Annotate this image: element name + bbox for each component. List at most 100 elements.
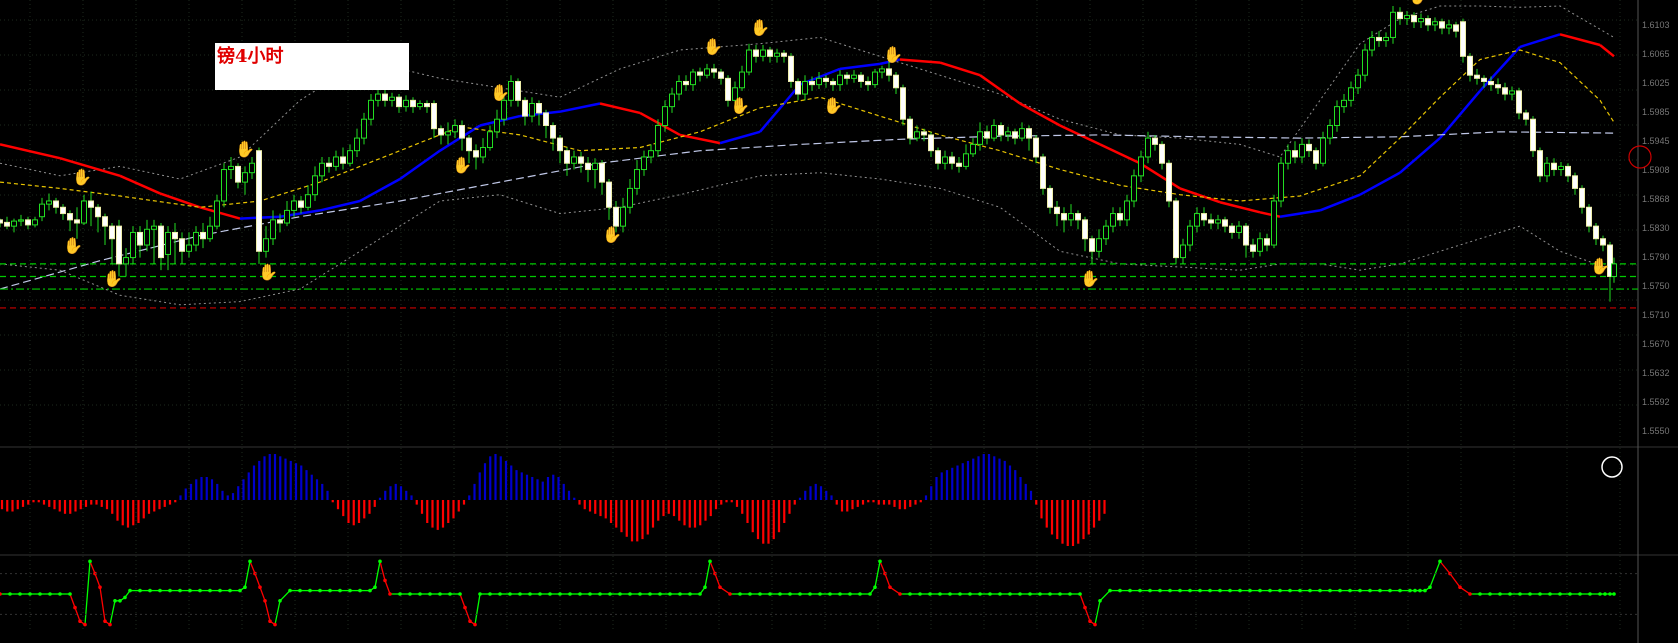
osc-point xyxy=(668,592,672,596)
osc-point xyxy=(438,592,442,596)
candle-body xyxy=(1005,131,1011,136)
candle-body xyxy=(354,137,360,152)
price-tick-label: 1.5592 xyxy=(1642,397,1670,407)
osc-point xyxy=(728,592,732,596)
osc-point xyxy=(873,585,877,589)
candle-body xyxy=(1292,150,1298,158)
osc-point xyxy=(778,592,782,596)
candle-body xyxy=(928,134,934,152)
price-tick-label: 1.5670 xyxy=(1642,339,1670,349)
candle-body xyxy=(697,71,703,76)
candle-body xyxy=(515,80,521,101)
osc-point xyxy=(898,592,902,596)
candle-body xyxy=(1376,36,1382,42)
osc-point xyxy=(148,588,152,593)
osc-point xyxy=(123,595,127,600)
osc-point xyxy=(918,592,922,596)
candle-body xyxy=(991,125,997,139)
osc-point xyxy=(848,592,852,596)
osc-point xyxy=(428,592,432,596)
candle-body xyxy=(977,131,983,145)
candle-body xyxy=(1362,49,1368,76)
osc-point xyxy=(1338,588,1342,593)
candle-body xyxy=(109,225,115,240)
osc-point xyxy=(1218,588,1222,593)
candle-body xyxy=(1418,18,1424,23)
candle-body xyxy=(907,118,913,139)
candle-body xyxy=(270,219,276,240)
candle-body xyxy=(200,231,206,240)
osc-point xyxy=(808,592,812,596)
candle-body xyxy=(872,71,878,86)
osc-point xyxy=(458,592,462,596)
osc-segment xyxy=(874,561,881,588)
candle-body xyxy=(613,206,619,227)
osc-point xyxy=(608,592,612,596)
osc-point xyxy=(978,592,982,596)
osc-point xyxy=(1148,588,1152,593)
osc-point xyxy=(508,592,512,596)
osc-segment xyxy=(879,561,886,574)
candle-body xyxy=(851,74,857,79)
candle-body xyxy=(998,125,1004,136)
osc-point xyxy=(948,592,952,596)
stochastic-oscillator xyxy=(0,559,1638,627)
osc-point xyxy=(868,592,872,596)
osc-point xyxy=(248,559,252,564)
candle-body xyxy=(1600,238,1606,246)
ma-segment xyxy=(599,102,641,115)
candle-body xyxy=(844,74,850,79)
candle-body xyxy=(781,52,787,57)
osc-point xyxy=(558,592,562,596)
candle-body xyxy=(669,93,675,108)
osc-point xyxy=(1328,588,1332,593)
osc-point xyxy=(348,588,352,593)
candle-body xyxy=(1089,238,1095,252)
osc-point xyxy=(828,592,832,596)
candle-body xyxy=(1026,128,1032,139)
candle-body xyxy=(1425,18,1431,26)
osc-point xyxy=(128,588,132,593)
osc-point xyxy=(1078,592,1082,596)
candle-body xyxy=(1313,150,1319,164)
candle-body xyxy=(760,49,766,57)
osc-point xyxy=(1168,588,1172,593)
osc-segment xyxy=(459,593,466,608)
candle-body xyxy=(4,221,10,227)
candle-body xyxy=(963,153,969,167)
candle-body xyxy=(333,156,339,167)
candle-body xyxy=(1306,143,1312,152)
osc-point xyxy=(208,588,212,593)
osc-point xyxy=(788,592,792,596)
candle-body xyxy=(1075,213,1081,221)
osc-segment xyxy=(69,593,76,608)
candle-body xyxy=(1551,162,1557,171)
candle-body xyxy=(795,80,801,95)
candle-body xyxy=(879,68,885,73)
candle-body xyxy=(935,150,941,164)
osc-point xyxy=(268,619,272,623)
candle-body xyxy=(585,162,591,171)
candle-body xyxy=(116,225,122,265)
osc-point xyxy=(678,592,682,596)
osc-point xyxy=(528,592,532,596)
candle-body xyxy=(1383,36,1389,42)
osc-point xyxy=(538,592,542,596)
osc-point xyxy=(1318,588,1322,593)
osc-point xyxy=(1058,592,1062,596)
osc-point xyxy=(658,592,662,596)
candle-body xyxy=(319,162,325,177)
candle-body xyxy=(39,203,45,218)
fractal-down-icon: ✋ xyxy=(103,269,123,288)
osc-point xyxy=(1208,588,1212,593)
candle-body xyxy=(648,150,654,158)
candle-body xyxy=(949,156,955,164)
candle-body xyxy=(718,71,724,79)
candle-body xyxy=(1124,200,1130,221)
osc-point xyxy=(1358,588,1362,593)
osc-point xyxy=(198,588,202,593)
osc-point xyxy=(118,599,122,603)
osc-segment xyxy=(384,580,391,595)
candle-body xyxy=(1537,150,1543,177)
candle-body xyxy=(599,162,605,183)
